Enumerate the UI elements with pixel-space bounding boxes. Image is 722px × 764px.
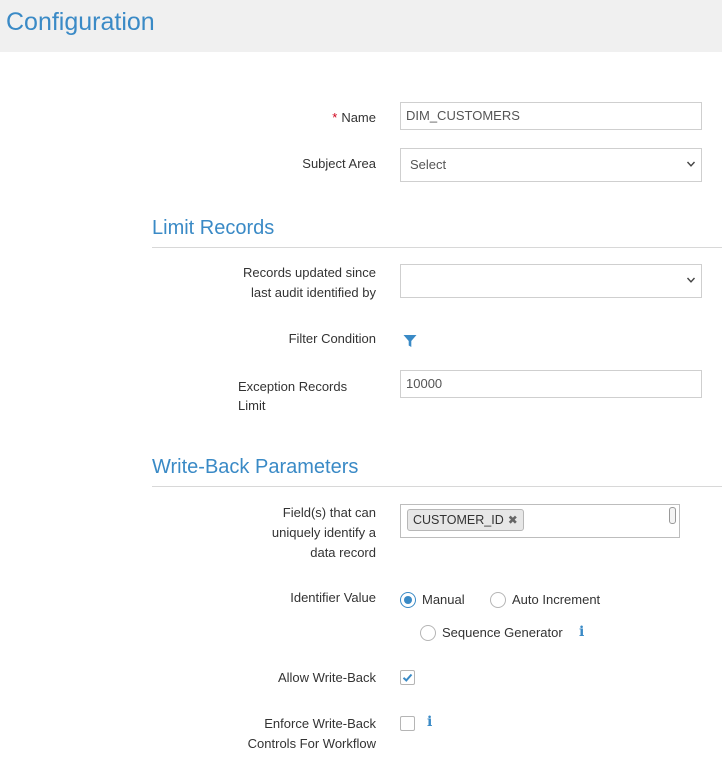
limit-records-heading: Limit Records (152, 217, 275, 239)
info-icon[interactable]: i (427, 715, 432, 729)
unique-fields-multiselect[interactable]: CUSTOMER_ID ✖ (400, 504, 680, 538)
allow-write-back-label: Allow Write-Back (277, 670, 376, 685)
enforce-controls-label: Enforce Write-Back Controls For Workflow (247, 716, 376, 751)
chevron-down-icon (686, 277, 696, 283)
radio-sequence-generator-label: Sequence Generator (442, 625, 563, 640)
write-back-heading: Write-Back Parameters (152, 456, 359, 478)
radio-manual[interactable] (400, 592, 416, 608)
exception-limit-input[interactable]: 10000 (400, 370, 702, 398)
name-input[interactable]: DIM_CUSTOMERS (400, 102, 702, 130)
required-marker: * (332, 110, 338, 125)
filter-condition-label: Filter Condition (288, 331, 376, 346)
scrollbar-thumb[interactable] (669, 507, 676, 524)
radio-manual-label: Manual (422, 592, 465, 607)
filter-icon[interactable] (403, 334, 417, 348)
name-label: * Name (332, 110, 376, 125)
radio-auto-increment[interactable] (490, 592, 506, 608)
section-divider (152, 247, 722, 248)
radio-sequence-generator[interactable] (420, 625, 436, 641)
records-updated-label: Records updated since last audit identif… (243, 265, 376, 300)
radio-auto-increment-label: Auto Increment (512, 592, 601, 607)
page-header: Configuration (0, 0, 722, 52)
subject-area-value: Select (410, 157, 447, 172)
allow-write-back-checkbox[interactable] (400, 670, 415, 685)
checkmark-icon (402, 673, 413, 682)
identifier-value-label: Identifier Value (290, 590, 376, 605)
page-title: Configuration (6, 8, 155, 36)
info-icon[interactable]: i (579, 625, 584, 639)
enforce-controls-checkbox[interactable] (400, 716, 415, 731)
field-tag-label: CUSTOMER_ID (413, 513, 504, 527)
subject-area-label: Subject Area (302, 156, 376, 171)
records-updated-select[interactable] (400, 264, 702, 298)
remove-tag-icon[interactable]: ✖ (508, 513, 518, 527)
exception-limit-label: Exception Records Limit (238, 379, 348, 413)
field-tag: CUSTOMER_ID ✖ (407, 509, 524, 531)
section-divider (152, 486, 722, 487)
unique-fields-label: Field(s) that can uniquely identify a da… (271, 505, 376, 560)
chevron-down-icon (686, 161, 696, 167)
subject-area-select[interactable]: Select (400, 148, 702, 182)
